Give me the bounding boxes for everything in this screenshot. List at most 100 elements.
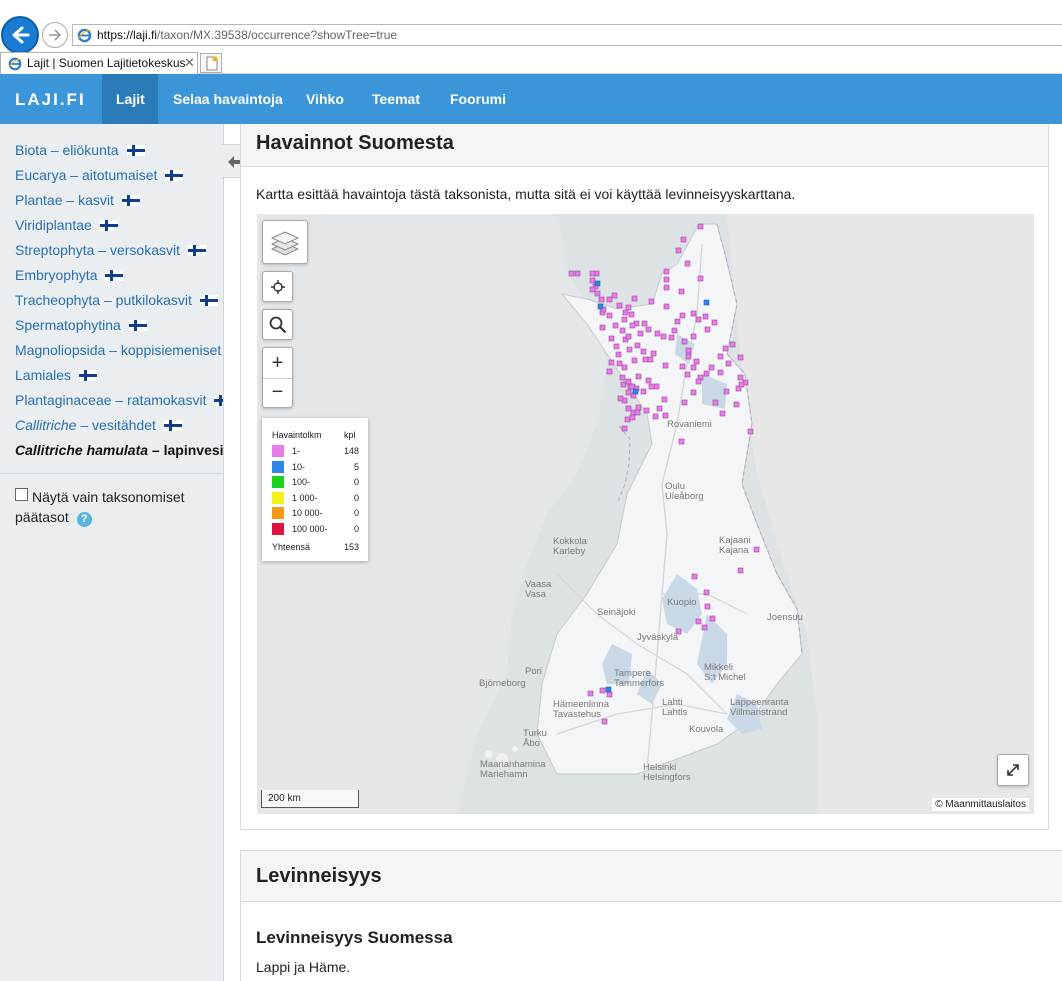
observation-square[interactable] bbox=[737, 567, 744, 574]
observation-square[interactable] bbox=[679, 312, 686, 319]
observation-square[interactable] bbox=[616, 302, 623, 309]
observation-square[interactable] bbox=[621, 425, 628, 432]
map-search-button[interactable] bbox=[262, 309, 293, 340]
observation-square[interactable] bbox=[737, 354, 744, 361]
url-field[interactable]: https://laji.fi/taxon/MX.39538/occurrenc… bbox=[72, 24, 1062, 46]
observation-square[interactable] bbox=[653, 383, 660, 390]
tree-item[interactable]: Eucarya – aitotumaiset bbox=[15, 167, 184, 183]
observation-square[interactable] bbox=[703, 370, 710, 377]
observation-square[interactable] bbox=[619, 327, 626, 334]
observation-square[interactable] bbox=[650, 350, 657, 357]
observation-square[interactable] bbox=[697, 275, 704, 282]
observation-square[interactable] bbox=[652, 413, 659, 420]
observation-square[interactable] bbox=[709, 615, 716, 622]
observation-square[interactable] bbox=[589, 286, 596, 293]
observation-square[interactable] bbox=[695, 378, 702, 385]
observation-square[interactable] bbox=[703, 299, 710, 306]
observation-square[interactable] bbox=[729, 341, 736, 348]
observation-square[interactable] bbox=[631, 295, 638, 302]
observation-square[interactable] bbox=[606, 296, 613, 303]
observation-square[interactable] bbox=[634, 342, 641, 349]
observation-square[interactable] bbox=[685, 347, 692, 354]
observation-square[interactable] bbox=[675, 247, 682, 254]
tree-item[interactable]: Magnoliopsida – koppisiemeniset bbox=[15, 342, 223, 358]
observation-square[interactable] bbox=[594, 280, 601, 287]
observation-square[interactable] bbox=[597, 303, 604, 310]
observation-square[interactable] bbox=[599, 687, 606, 694]
site-logo[interactable]: LAJI.FI bbox=[15, 90, 86, 110]
observation-square[interactable] bbox=[725, 360, 732, 367]
observation-square[interactable] bbox=[703, 589, 710, 596]
tree-item[interactable]: Callitriche – vesitähdet bbox=[15, 417, 182, 433]
observation-square[interactable] bbox=[693, 358, 700, 365]
back-button[interactable] bbox=[1, 16, 39, 54]
observation-square[interactable] bbox=[704, 326, 711, 333]
layers-button[interactable] bbox=[262, 220, 308, 264]
zoom-in-button[interactable]: + bbox=[263, 350, 292, 379]
observation-square[interactable] bbox=[645, 377, 652, 384]
observation-map[interactable]: Rovaniemi Oulu Uleåborg Kokkola Karleby … bbox=[257, 214, 1034, 814]
observation-square[interactable] bbox=[634, 409, 641, 416]
observation-square[interactable] bbox=[629, 414, 636, 421]
observation-square[interactable] bbox=[625, 405, 632, 412]
observation-square[interactable] bbox=[641, 320, 648, 327]
nav-teemat[interactable]: Teemat bbox=[358, 74, 434, 124]
observation-square[interactable] bbox=[598, 296, 605, 303]
observation-square[interactable] bbox=[587, 690, 594, 697]
observation-square[interactable] bbox=[708, 364, 715, 371]
tree-item[interactable]: Callitriche hamulata – lapinvesitähti bbox=[15, 442, 223, 458]
observation-square[interactable] bbox=[690, 389, 697, 396]
observation-square[interactable] bbox=[629, 322, 636, 329]
observation-square[interactable] bbox=[681, 399, 688, 406]
observation-square[interactable] bbox=[722, 345, 729, 352]
observation-square[interactable] bbox=[685, 353, 692, 360]
observation-square[interactable] bbox=[717, 369, 724, 376]
observation-square[interactable] bbox=[733, 401, 740, 408]
observation-square[interactable] bbox=[679, 363, 686, 370]
nav-lajit[interactable]: Lajit bbox=[102, 74, 158, 124]
observation-square[interactable] bbox=[678, 288, 685, 295]
observation-square[interactable] bbox=[640, 388, 647, 395]
observation-square[interactable] bbox=[625, 378, 632, 385]
close-tab-icon[interactable]: ✕ bbox=[184, 55, 195, 71]
observation-square[interactable] bbox=[608, 359, 615, 366]
observation-square[interactable] bbox=[663, 268, 670, 275]
observation-square[interactable] bbox=[613, 343, 620, 350]
tree-item[interactable]: Viridiplantae bbox=[15, 217, 118, 233]
observation-square[interactable] bbox=[648, 383, 655, 390]
observation-square[interactable] bbox=[738, 381, 745, 388]
nav-vihko[interactable]: Vihko bbox=[292, 74, 358, 124]
observation-square[interactable] bbox=[628, 311, 635, 318]
tree-item[interactable]: Spermatophytina bbox=[15, 317, 147, 333]
observation-square[interactable] bbox=[695, 316, 702, 323]
observation-square[interactable] bbox=[671, 327, 678, 334]
observation-square[interactable] bbox=[723, 388, 730, 395]
observation-square[interactable] bbox=[642, 356, 649, 363]
help-icon[interactable]: ? bbox=[76, 512, 92, 527]
observation-square[interactable] bbox=[621, 364, 628, 371]
observation-square[interactable] bbox=[619, 374, 626, 381]
observation-square[interactable] bbox=[711, 319, 718, 326]
observation-square[interactable] bbox=[624, 416, 631, 423]
observation-square[interactable] bbox=[690, 333, 697, 340]
observation-square[interactable] bbox=[702, 313, 709, 320]
observation-square[interactable] bbox=[662, 362, 669, 369]
tree-item[interactable]: Plantae – kasvit bbox=[15, 192, 140, 208]
observation-square[interactable] bbox=[626, 346, 633, 353]
observation-square[interactable] bbox=[654, 330, 661, 337]
observation-square[interactable] bbox=[661, 396, 668, 403]
observation-square[interactable] bbox=[617, 395, 624, 402]
observation-square[interactable] bbox=[695, 618, 702, 625]
tree-item[interactable]: Lamiales bbox=[15, 367, 98, 383]
observation-square[interactable] bbox=[625, 389, 632, 396]
observation-square[interactable] bbox=[606, 312, 613, 319]
tree-item[interactable]: Plantaginaceae – ratamokasvit bbox=[15, 392, 223, 408]
observation-square[interactable] bbox=[631, 357, 638, 364]
observation-square[interactable] bbox=[668, 334, 675, 341]
observation-square[interactable] bbox=[606, 368, 613, 375]
observation-square[interactable] bbox=[674, 318, 681, 325]
observation-square[interactable] bbox=[660, 333, 667, 340]
tree-item[interactable]: Streptophyta – versokasvit bbox=[15, 242, 206, 258]
observation-square[interactable] bbox=[717, 353, 724, 360]
observation-square[interactable] bbox=[620, 381, 627, 388]
